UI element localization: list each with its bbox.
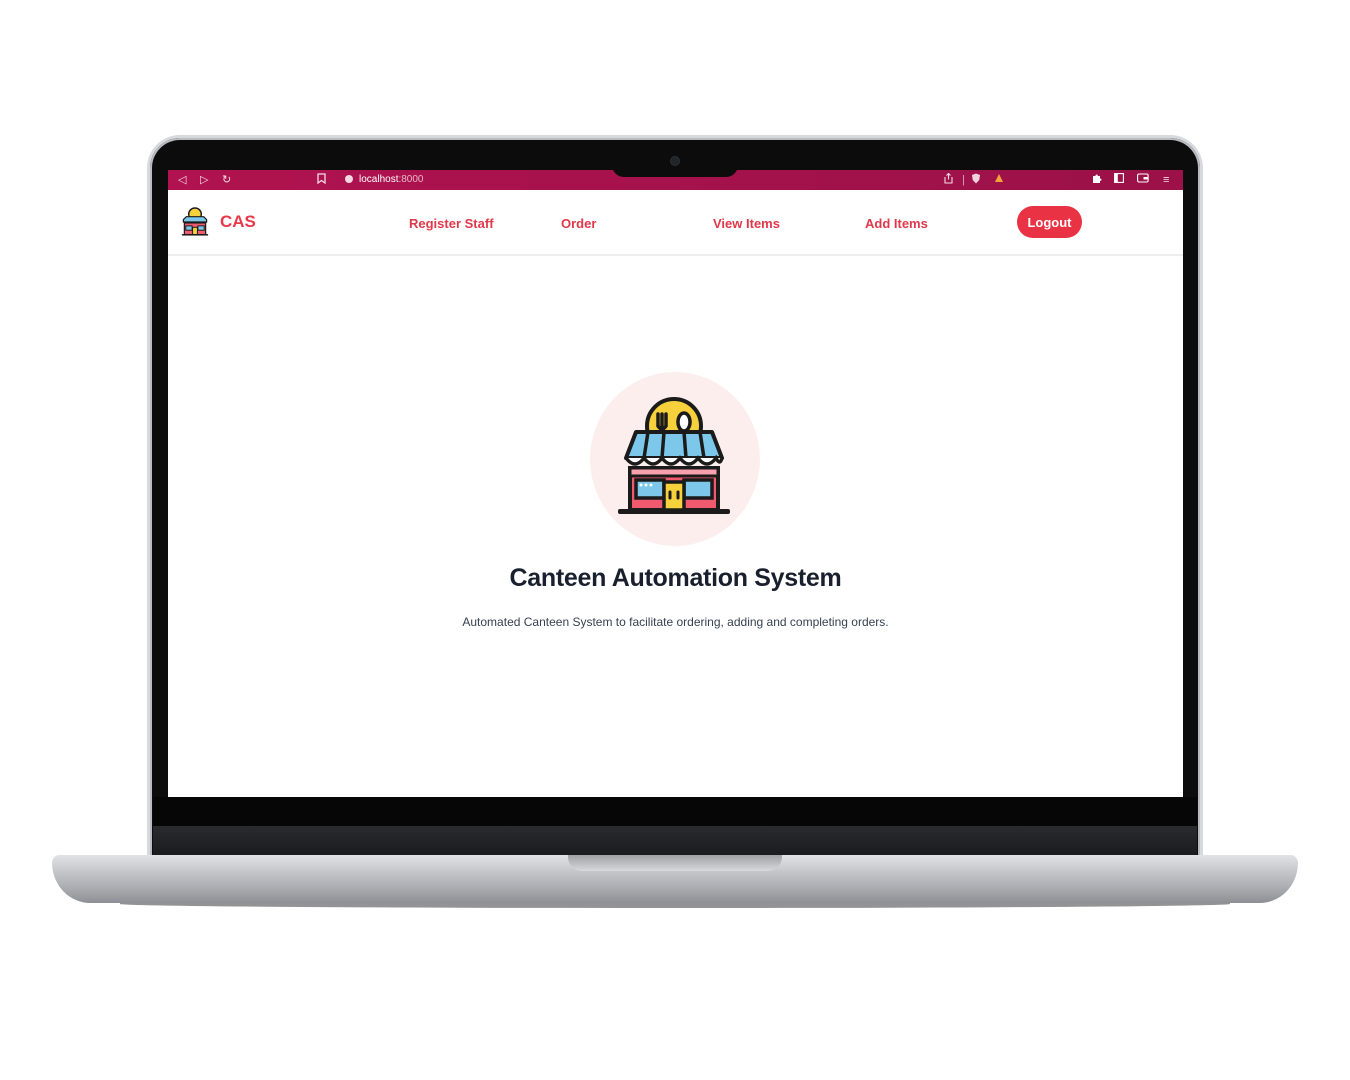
logout-button[interactable]: Logout [1017, 206, 1082, 238]
wallet-icon[interactable] [1137, 173, 1149, 187]
laptop-opening-lip [568, 855, 782, 871]
laptop-hinge [153, 826, 1197, 856]
brand-name[interactable]: CAS [220, 212, 256, 232]
extensions-icon[interactable] [1092, 173, 1102, 187]
rewards-icon[interactable] [994, 173, 1004, 187]
address-bar[interactable]: localhost:8000 [345, 173, 424, 187]
nav-link-view-items[interactable]: View Items [713, 216, 780, 231]
page-title: Canteen Automation System [509, 564, 842, 592]
page-subtitle: Automated Canteen System to facilitate o… [462, 615, 889, 629]
url-host: localhost [359, 174, 399, 185]
nav-link-register-staff[interactable]: Register Staff [409, 216, 494, 231]
reload-icon[interactable]: ↻ [222, 173, 231, 187]
share-icon[interactable] [944, 172, 953, 188]
sidebar-icon[interactable] [1114, 173, 1124, 187]
nav-link-order[interactable]: Order [561, 216, 596, 231]
laptop-screen: ◁ ▷ ↻ localhost:8000 | ≡ CAS Register St… [168, 170, 1183, 797]
forward-icon[interactable]: ▷ [200, 173, 208, 187]
nav-link-add-items[interactable]: Add Items [865, 216, 928, 231]
canteen-logo-icon[interactable] [180, 207, 210, 237]
url-port: :8000 [398, 174, 424, 185]
camera [671, 157, 679, 165]
app-navbar: CAS Register Staff Order View Items Add … [168, 190, 1183, 256]
canteen-store-icon [618, 397, 730, 514]
back-icon[interactable]: ◁ [178, 173, 186, 187]
menu-icon[interactable]: ≡ [1163, 173, 1169, 187]
site-info-icon[interactable] [345, 175, 353, 183]
divider: | [962, 174, 965, 186]
bookmark-icon[interactable] [317, 173, 326, 188]
brave-shield-icon[interactable] [971, 173, 981, 188]
screen-bezel-bottom [153, 797, 1197, 827]
